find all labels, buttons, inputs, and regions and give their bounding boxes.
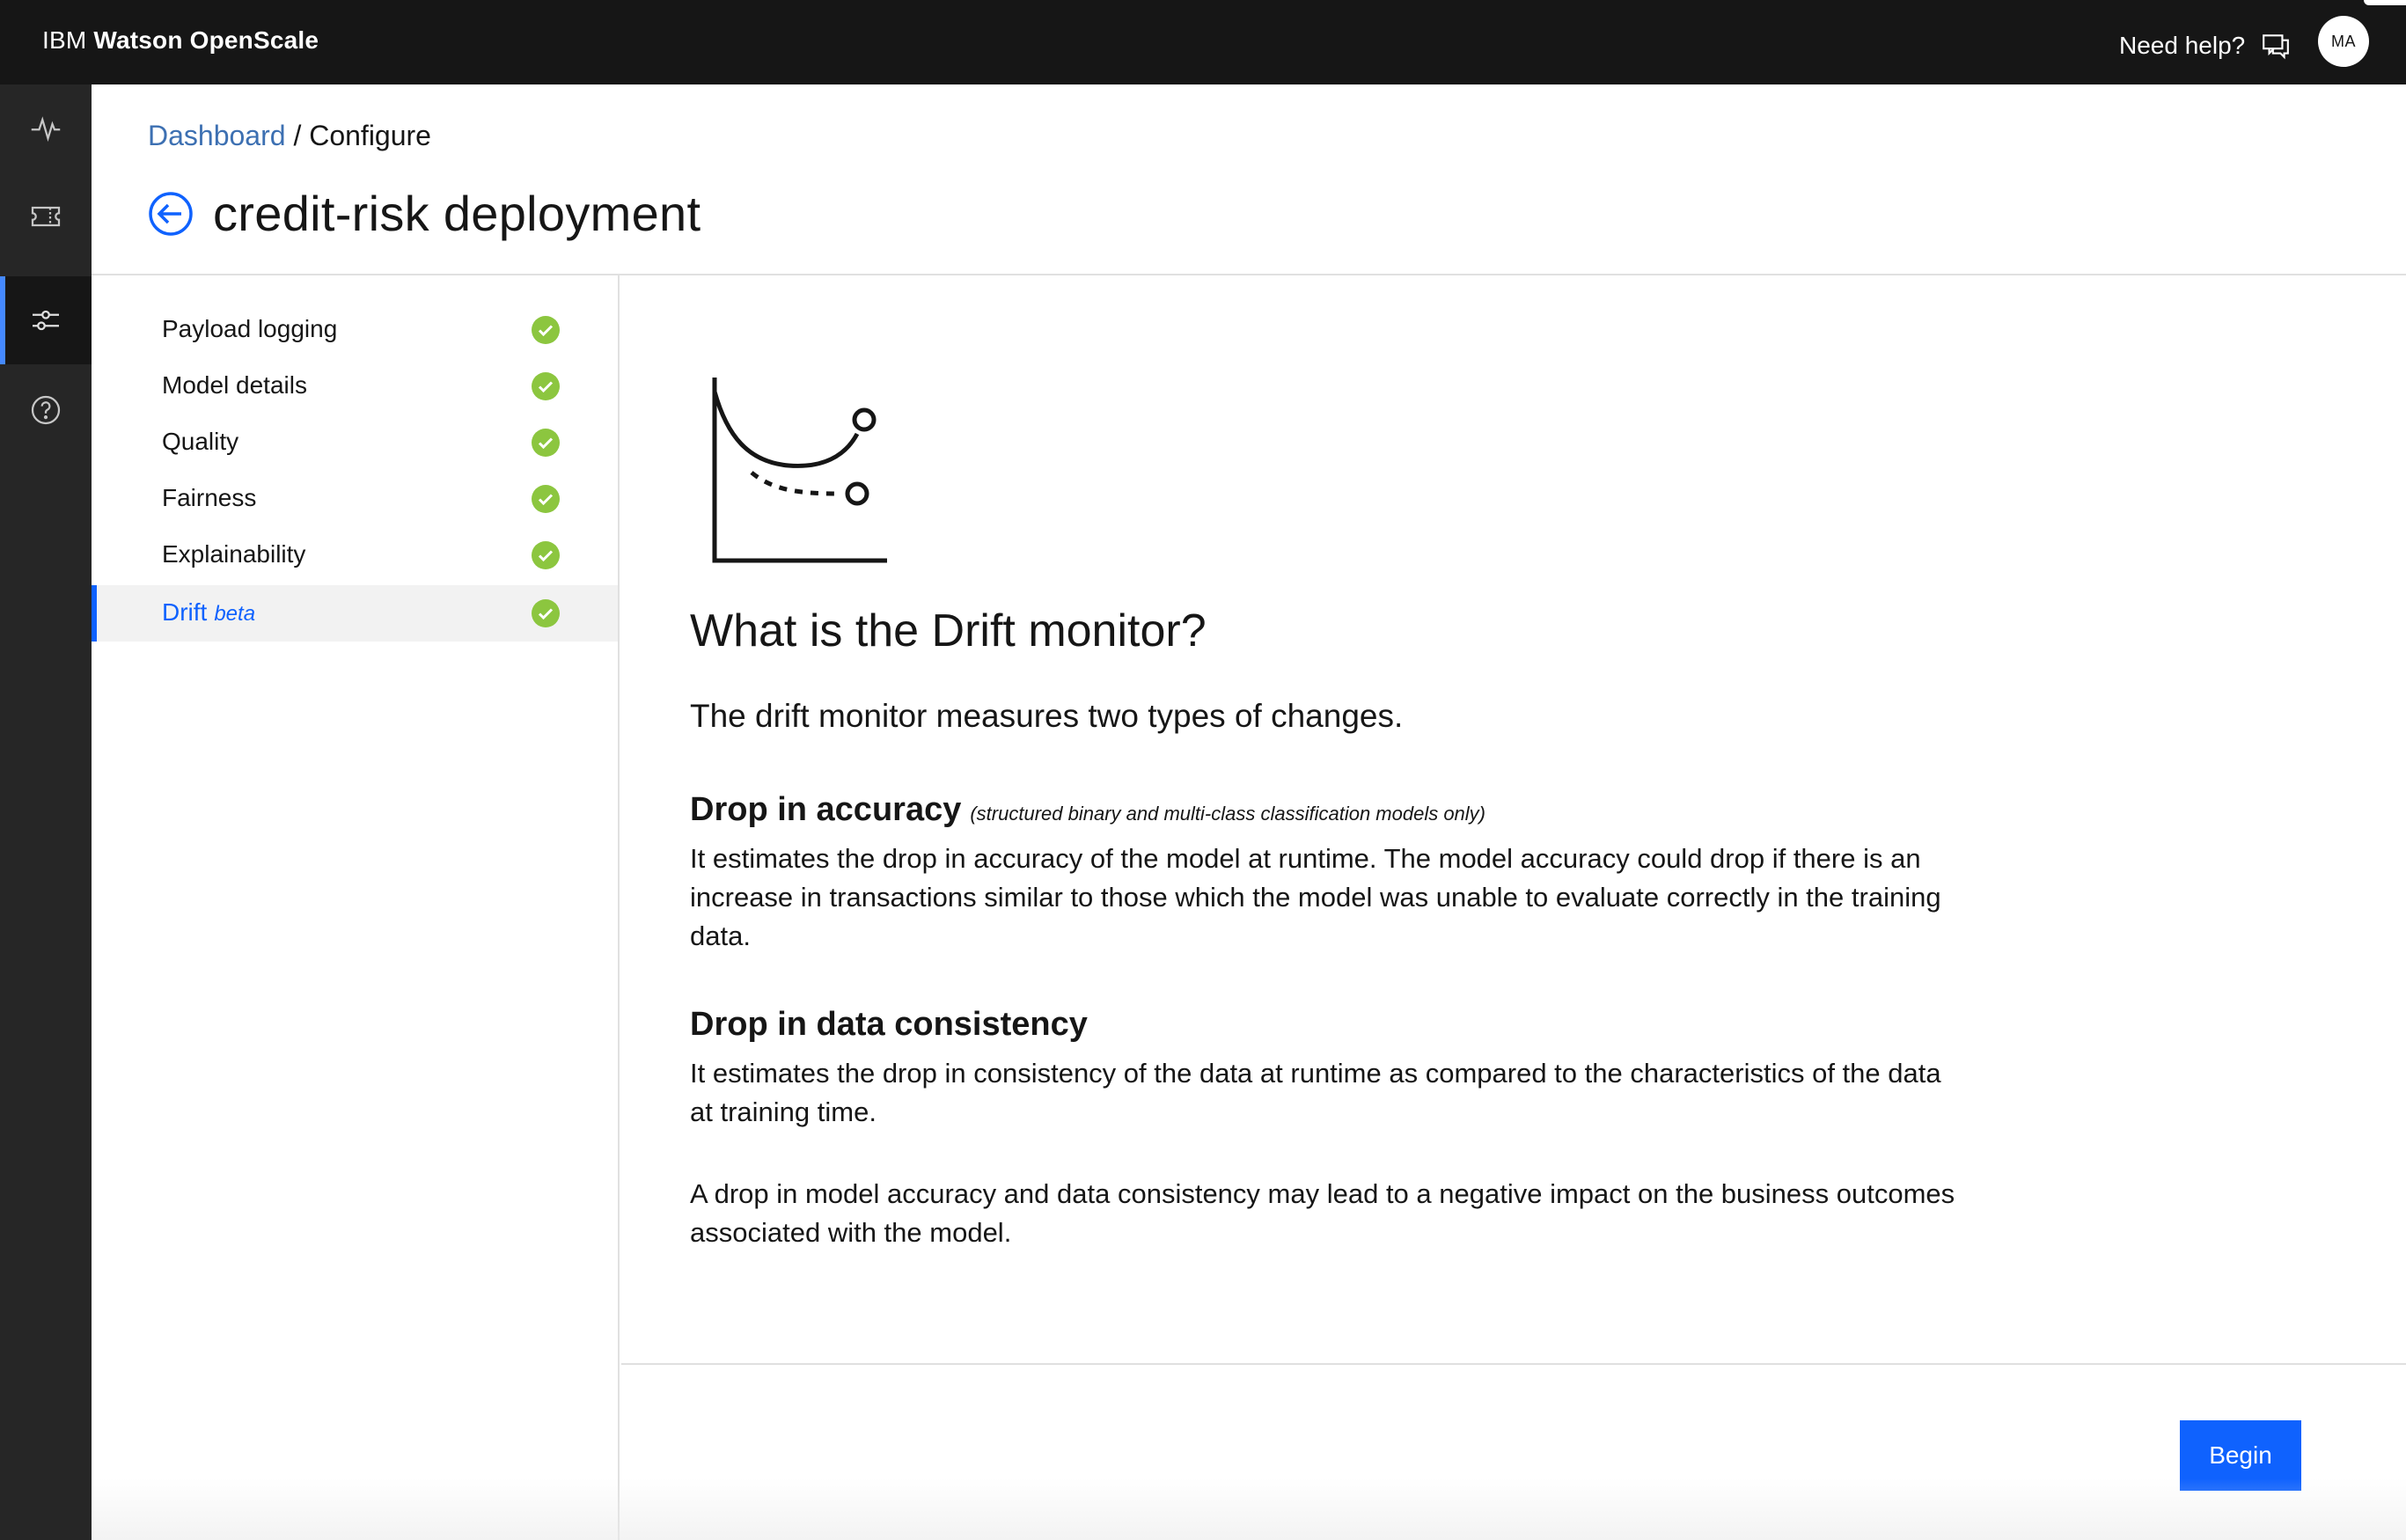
accuracy-title-text: Drop in accuracy	[690, 791, 962, 828]
closing-text: A drop in model accuracy and data consis…	[690, 1178, 1955, 1248]
ticket-icon	[31, 206, 61, 227]
breadcrumb: Dashboard / Configure	[148, 120, 431, 152]
checkmark-icon	[532, 372, 560, 400]
checkmark-icon	[532, 316, 560, 344]
checkmark-icon	[532, 541, 560, 569]
nav-insights[interactable]	[0, 84, 92, 172]
back-arrow-icon[interactable]	[148, 191, 194, 237]
section-heading: What is the Drift monitor?	[690, 605, 1207, 656]
user-avatar[interactable]: MA	[2318, 16, 2369, 67]
step-label: Model details	[162, 371, 307, 399]
breadcrumb-dashboard-link[interactable]: Dashboard	[148, 120, 286, 151]
accuracy-note: (structured binary and multi-class class…	[970, 803, 1486, 825]
step-label: Drift beta	[162, 598, 255, 627]
panel-footer: Begin	[621, 1363, 2406, 1540]
chat-icon	[2263, 34, 2290, 60]
begin-button[interactable]: Begin	[2180, 1420, 2301, 1491]
accuracy-description: It estimates the drop in accuracy of the…	[690, 843, 1941, 951]
breadcrumb-current: Configure	[309, 120, 431, 151]
lead-text: The drift monitor measures two types of …	[690, 698, 1404, 734]
consistency-description: It estimates the drop in consistency of …	[690, 1058, 1941, 1127]
step-model-details[interactable]: Model details	[92, 358, 618, 414]
app-brand[interactable]: IBM Watson OpenScale	[42, 26, 319, 55]
checkmark-icon	[532, 429, 560, 457]
top-header: IBM Watson OpenScale Need help? MA	[0, 0, 2406, 84]
brand-name: Watson OpenScale	[93, 26, 319, 54]
drift-curve-illustration	[712, 378, 887, 563]
avatar-notch	[2364, 0, 2406, 5]
need-help-button[interactable]: Need help?	[2119, 28, 2291, 63]
sliders-icon	[33, 310, 59, 331]
step-drift[interactable]: Drift beta	[92, 585, 618, 642]
step-label: Payload logging	[162, 315, 338, 342]
nav-help[interactable]	[0, 366, 92, 454]
step-payload-logging[interactable]: Payload logging	[92, 302, 618, 358]
step-quality[interactable]: Quality	[92, 414, 618, 471]
side-navigation	[0, 84, 92, 1540]
drift-intro-panel: What is the Drift monitor? The drift mon…	[621, 275, 2406, 1363]
activity-icon	[31, 116, 61, 143]
nav-configure[interactable]	[0, 276, 92, 364]
page-title-row: credit-risk deployment	[148, 185, 701, 242]
help-icon	[31, 395, 61, 425]
step-fairness[interactable]: Fairness	[92, 471, 618, 527]
accuracy-title: Drop in accuracy (structured binary and m…	[690, 791, 1485, 829]
need-help-label: Need help?	[2119, 32, 2246, 59]
consistency-title: Drop in data consistency	[690, 1006, 1088, 1043]
checkmark-icon	[532, 599, 560, 627]
step-label: Fairness	[162, 484, 257, 511]
step-explainability[interactable]: Explainability	[92, 527, 618, 583]
configuration-steps: Payload logging Model details Quality Fa…	[92, 275, 620, 1540]
beta-tag: beta	[214, 602, 256, 626]
step-label: Quality	[162, 428, 239, 455]
brand-prefix: IBM	[42, 26, 87, 54]
page-title: credit-risk deployment	[213, 186, 701, 241]
step-label: Explainability	[162, 540, 306, 568]
breadcrumb-separator: /	[285, 120, 310, 151]
checkmark-icon	[532, 485, 560, 513]
page-header: Dashboard / Configure credit-risk deploy…	[92, 84, 2406, 275]
step-drift-label: Drift	[162, 598, 208, 626]
nav-ticket[interactable]	[0, 172, 92, 260]
